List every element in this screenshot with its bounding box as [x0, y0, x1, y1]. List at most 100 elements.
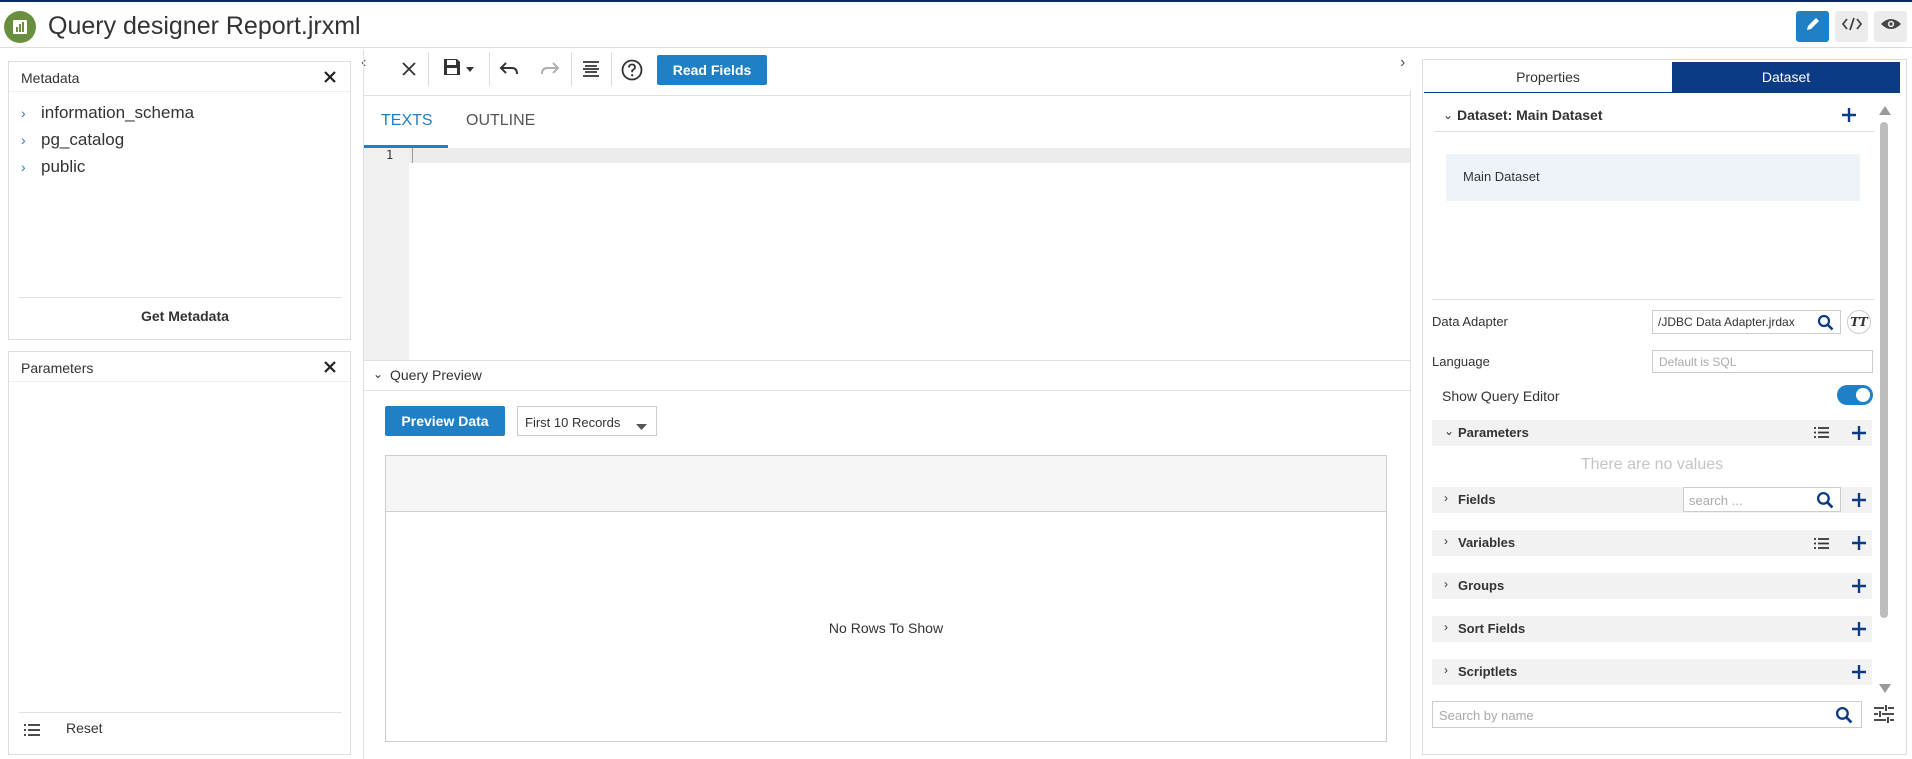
metadata-header-divider: [9, 91, 350, 92]
preview-header-divider: [364, 390, 1410, 391]
save-dropdown-button[interactable]: [438, 58, 478, 80]
editor-bottom-divider: [364, 360, 1410, 361]
code-icon: [1841, 16, 1863, 37]
toolbar-bottom-divider: [364, 95, 1410, 96]
data-adapter-field[interactable]: /JDBC Data Adapter.jrdax: [1652, 310, 1841, 334]
reset-button[interactable]: Reset: [66, 720, 103, 736]
dataset-item-label: Main Dataset: [1463, 169, 1540, 184]
tab-texts[interactable]: TEXTS: [381, 112, 433, 130]
show-query-editor-label: Show Query Editor: [1442, 388, 1560, 404]
dataset-header[interactable]: Dataset: Main Dataset: [1457, 107, 1603, 123]
toolbar-divider: [611, 52, 612, 86]
metadata-panel-title: Metadata: [21, 70, 80, 86]
section-parameters[interactable]: ⌄ Parameters: [1432, 420, 1872, 446]
toolbar-divider: [428, 52, 429, 86]
preview-mode-button[interactable]: [1874, 11, 1907, 42]
records-select[interactable]: First 10 Records: [517, 406, 657, 436]
tree-item-pg-catalog[interactable]: › pg_catalog: [21, 130, 124, 150]
dataset-list-divider: [1432, 299, 1874, 300]
fields-search-placeholder: search ...: [1689, 493, 1743, 508]
parameters-panel-title: Parameters: [21, 360, 94, 376]
language-label: Language: [1432, 354, 1490, 369]
add-parameter-icon[interactable]: [1851, 425, 1867, 441]
language-placeholder: Default is SQL: [1659, 355, 1737, 369]
list-view-icon[interactable]: [23, 723, 41, 742]
line-number: 1: [386, 148, 394, 162]
query-editor[interactable]: [409, 163, 1410, 360]
section-groups[interactable]: › Groups: [1432, 573, 1872, 599]
close-metadata-icon[interactable]: [323, 70, 337, 84]
no-rows-message: No Rows To Show: [828, 620, 944, 636]
active-line-highlight: [409, 148, 1410, 163]
report-logo-icon: [4, 11, 36, 43]
preview-data-button[interactable]: Preview Data: [385, 406, 505, 436]
design-mode-button[interactable]: [1796, 11, 1829, 42]
search-by-name-input[interactable]: Search by name: [1432, 701, 1862, 728]
add-dataset-icon[interactable]: [1841, 107, 1857, 123]
list-view-icon[interactable]: [1813, 537, 1830, 555]
search-by-name-placeholder: Search by name: [1439, 708, 1534, 723]
parameters-header-divider: [9, 381, 350, 382]
line-gutter: [364, 148, 409, 360]
records-select-value: First 10 Records: [525, 415, 621, 430]
add-variable-icon[interactable]: [1851, 535, 1867, 551]
page-title: Query designer Report.jrxml: [48, 12, 361, 40]
tree-item-information-schema[interactable]: › information_schema: [21, 103, 194, 123]
source-mode-button[interactable]: [1835, 11, 1868, 42]
help-icon[interactable]: [620, 58, 644, 82]
add-scriptlet-icon[interactable]: [1851, 664, 1867, 680]
add-group-icon[interactable]: [1851, 578, 1867, 594]
data-adapter-value: /JDBC Data Adapter.jrdax: [1658, 315, 1795, 329]
chevron-right-icon: ›: [1444, 663, 1448, 677]
eye-icon: [1880, 16, 1902, 37]
caret-down-icon: [636, 419, 647, 434]
close-parameters-icon[interactable]: [323, 360, 337, 374]
language-input[interactable]: Default is SQL: [1652, 350, 1873, 373]
dataset-list-item[interactable]: Main Dataset: [1446, 154, 1860, 201]
undo-icon[interactable]: [498, 58, 520, 80]
filter-settings-icon[interactable]: [1873, 704, 1895, 729]
app-header: Query designer Report.jrxml: [0, 2, 1912, 48]
add-sort-field-icon[interactable]: [1851, 621, 1867, 637]
scroll-down-icon[interactable]: [1879, 684, 1891, 693]
redo-icon[interactable]: [539, 58, 561, 80]
center-right-border: [1410, 90, 1411, 759]
query-preview-title[interactable]: Query Preview: [390, 367, 482, 383]
tab-dataset[interactable]: Dataset: [1672, 62, 1900, 92]
fields-search-input[interactable]: search ...: [1683, 487, 1841, 512]
get-metadata-button[interactable]: Get Metadata: [141, 308, 229, 324]
text-cursor: [412, 148, 413, 163]
chevron-right-icon: ›: [1444, 577, 1448, 591]
section-scriptlets[interactable]: › Scriptlets: [1432, 659, 1872, 685]
scrollbar-thumb[interactable]: [1880, 122, 1888, 618]
read-fields-button[interactable]: Read Fields: [657, 55, 767, 85]
tab-properties[interactable]: Properties: [1424, 62, 1672, 92]
search-icon[interactable]: [1816, 491, 1834, 512]
section-sort-fields[interactable]: › Sort Fields: [1432, 616, 1872, 642]
pencil-icon: [1804, 15, 1822, 38]
tab-outline[interactable]: OUTLINE: [466, 112, 535, 130]
chevron-right-icon: ›: [1444, 620, 1448, 634]
format-icon[interactable]: [580, 58, 602, 80]
show-query-editor-toggle[interactable]: [1837, 385, 1873, 405]
right-panel-scrollbar[interactable]: [1877, 106, 1891, 696]
list-view-icon[interactable]: [1813, 426, 1830, 444]
chevron-down-icon[interactable]: ⌄: [1443, 108, 1453, 122]
chevron-down-icon: ⌄: [1444, 424, 1455, 438]
expression-icon[interactable]: TT: [1847, 310, 1871, 334]
toolbar-divider: [489, 52, 490, 86]
parameters-panel: Parameters Reset: [8, 351, 351, 755]
scroll-up-icon[interactable]: [1879, 106, 1891, 115]
close-icon[interactable]: [398, 58, 420, 80]
preview-grid-header: [386, 456, 1386, 512]
search-icon[interactable]: [1817, 314, 1834, 334]
add-field-icon[interactable]: [1851, 492, 1867, 508]
search-icon[interactable]: [1835, 706, 1853, 727]
metadata-footer-divider: [19, 297, 342, 298]
section-variables[interactable]: › Variables: [1432, 530, 1872, 556]
tree-item-public[interactable]: › public: [21, 157, 85, 177]
chevron-down-icon[interactable]: ⌄: [373, 367, 383, 381]
caret-down-icon: [466, 60, 474, 78]
toolbar-divider: [571, 52, 572, 86]
collapse-right-icon[interactable]: ›: [1400, 54, 1405, 72]
